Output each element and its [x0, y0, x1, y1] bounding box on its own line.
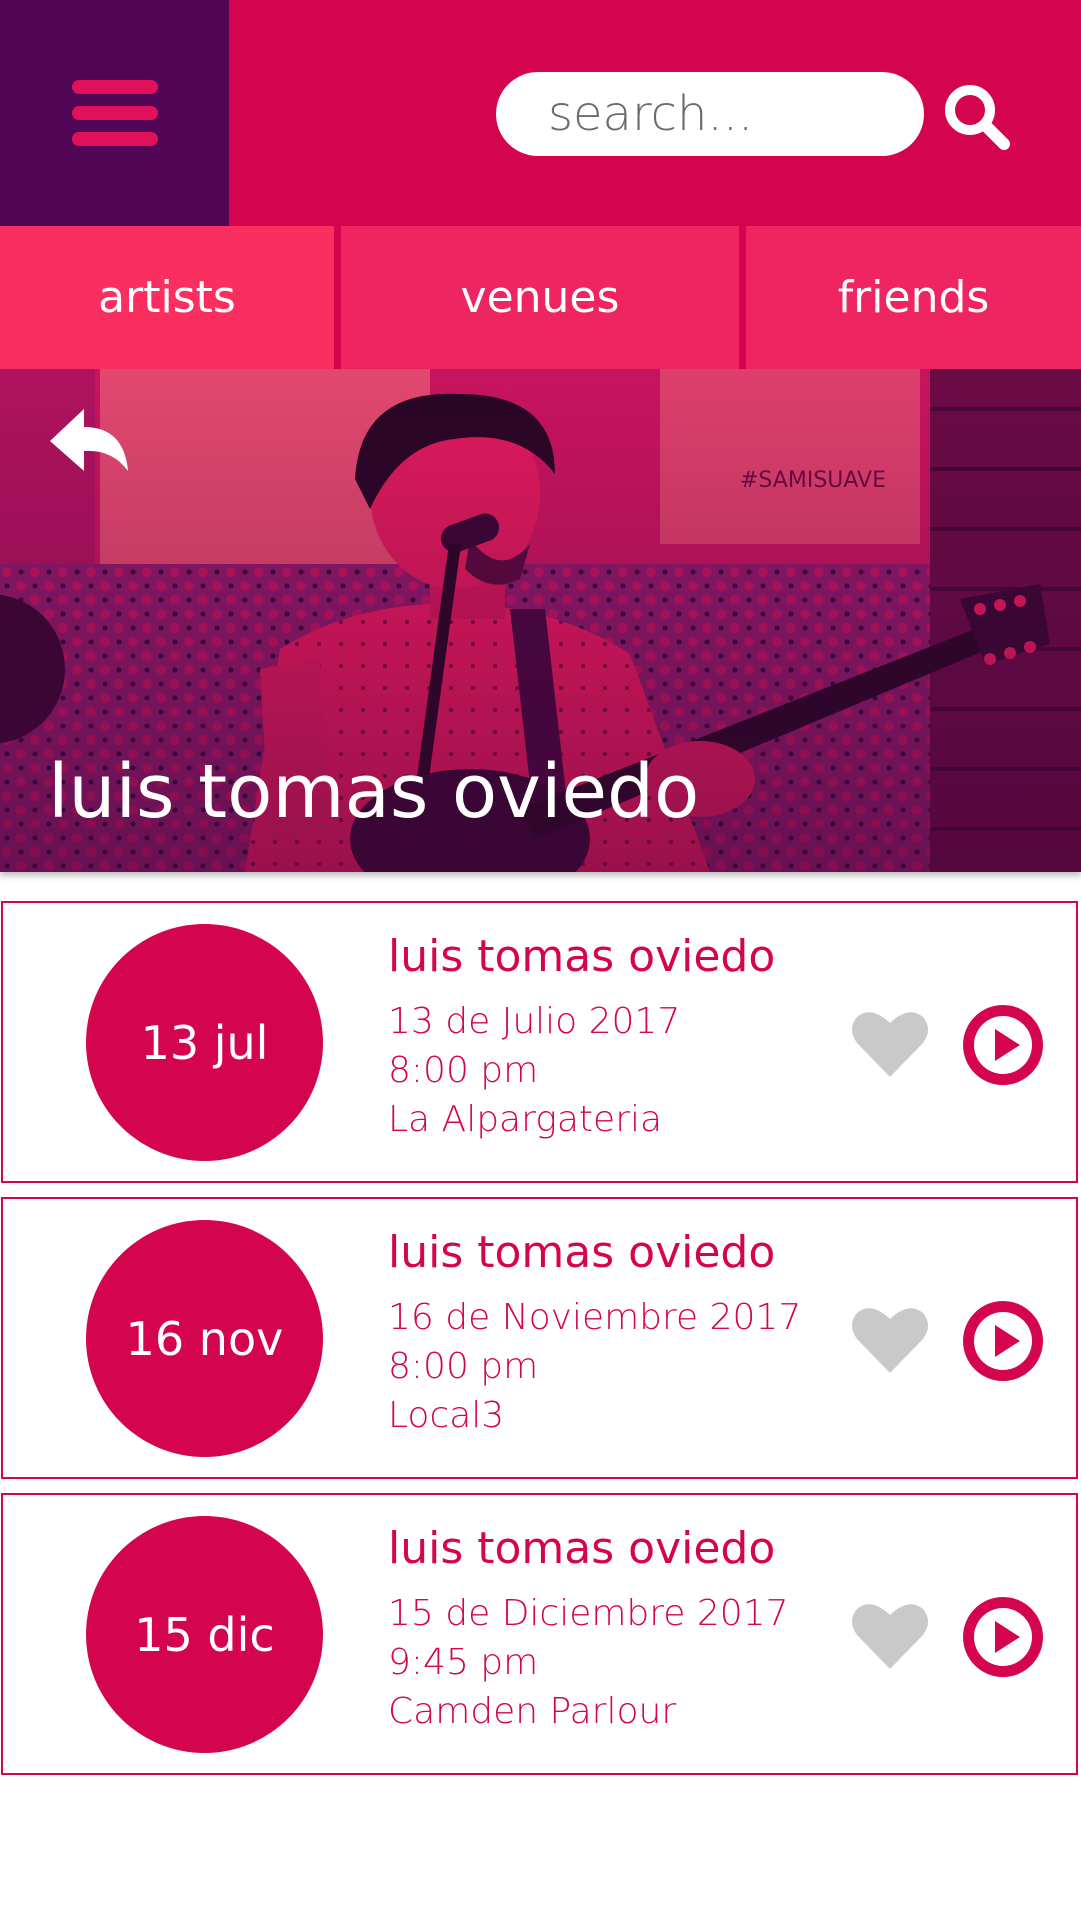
heart-icon	[852, 1308, 928, 1373]
artist-name: luis tomas oviedo	[48, 749, 700, 835]
top-bar	[0, 0, 1081, 226]
play-button[interactable]	[963, 1597, 1043, 1677]
play-icon	[963, 1301, 1043, 1381]
event-title: luis tomas oviedo	[388, 1523, 776, 1574]
event-date: 13 de Julio 2017	[388, 1001, 681, 1042]
play-button[interactable]	[963, 1301, 1043, 1381]
play-icon	[963, 1597, 1043, 1677]
tab-label: artists	[98, 272, 236, 323]
back-arrow-icon	[50, 409, 128, 471]
event-date: 16 de Noviembre 2017	[388, 1297, 802, 1338]
event-card[interactable]: 13 jul luis tomas oviedo 13 de Julio 201…	[1, 901, 1078, 1183]
favorite-button[interactable]	[851, 1305, 929, 1375]
back-button[interactable]	[46, 405, 130, 481]
date-badge: 15 dic	[86, 1516, 323, 1753]
tab-label: venues	[460, 272, 620, 323]
event-card[interactable]: 16 nov luis tomas oviedo 16 de Noviembre…	[1, 1197, 1078, 1479]
artist-hero: #SAMISUAVE	[0, 369, 1081, 872]
event-time: 9:45 pm	[388, 1642, 539, 1683]
play-icon	[963, 1005, 1043, 1085]
tab-artists[interactable]: artists	[0, 226, 334, 369]
category-tabs: artists venues friends	[0, 226, 1081, 369]
play-button[interactable]	[963, 1005, 1043, 1085]
tab-venues[interactable]: venues	[341, 226, 739, 369]
event-venue[interactable]: Camden Parlour	[388, 1691, 676, 1732]
event-title: luis tomas oviedo	[388, 931, 776, 982]
event-card[interactable]: 15 dic luis tomas oviedo 15 de Diciembre…	[1, 1493, 1078, 1775]
search-button[interactable]	[940, 80, 1012, 152]
favorite-button[interactable]	[851, 1009, 929, 1079]
event-date: 15 de Diciembre 2017	[388, 1593, 789, 1634]
menu-button[interactable]	[0, 0, 229, 226]
event-time: 8:00 pm	[388, 1050, 539, 1091]
tab-label: friends	[837, 272, 990, 323]
search-icon	[945, 85, 1010, 150]
event-venue[interactable]: Local3	[388, 1395, 504, 1436]
date-badge: 16 nov	[86, 1220, 323, 1457]
search-box	[496, 72, 924, 156]
event-time: 8:00 pm	[388, 1346, 539, 1387]
date-badge: 13 jul	[86, 924, 323, 1161]
heart-icon	[852, 1604, 928, 1669]
heart-icon	[852, 1012, 928, 1077]
event-venue[interactable]: La Alpargateria	[388, 1099, 662, 1140]
favorite-button[interactable]	[851, 1601, 929, 1671]
tab-friends[interactable]: friends	[746, 226, 1081, 369]
search-input[interactable]	[548, 72, 888, 156]
event-title: luis tomas oviedo	[388, 1227, 776, 1278]
